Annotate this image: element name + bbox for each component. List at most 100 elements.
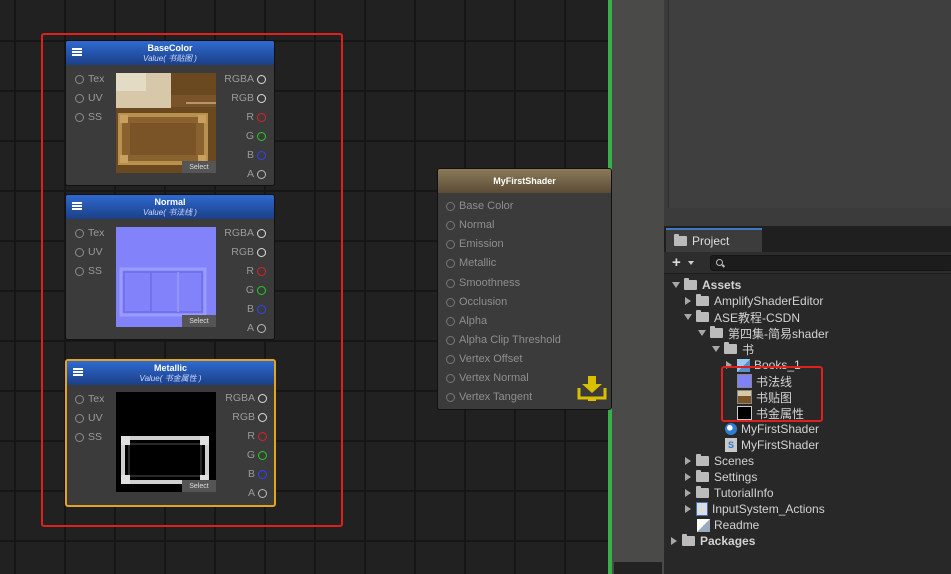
tree-item-packages[interactable]: Packages <box>671 533 755 549</box>
port-dot-icon[interactable] <box>257 285 266 295</box>
port-dot-icon[interactable] <box>257 304 266 314</box>
output-port-rgb[interactable]: RGB <box>231 92 266 104</box>
port-dot-icon[interactable] <box>257 74 266 84</box>
hamburger-menu-icon[interactable] <box>72 48 82 57</box>
port-dot-icon[interactable] <box>257 150 266 160</box>
tree-item-ase-csdn[interactable]: ASE教程-CSDN <box>684 309 800 325</box>
port-dot-icon[interactable] <box>75 74 84 84</box>
master-port-smoothness[interactable]: Smoothness <box>446 277 520 289</box>
tree-item-shader-file[interactable]: S MyFirstShader <box>725 437 819 453</box>
port-dot-icon[interactable] <box>257 323 266 333</box>
input-port-uv[interactable]: UV <box>75 412 103 424</box>
input-port-ss[interactable]: SS <box>75 265 102 277</box>
port-dot-icon[interactable] <box>446 258 455 268</box>
output-port-a[interactable]: A <box>247 168 266 180</box>
tree-item-scenes[interactable]: Scenes <box>685 453 754 469</box>
port-dot-icon[interactable] <box>446 373 455 383</box>
port-dot-icon[interactable] <box>446 354 455 364</box>
tree-item-settings[interactable]: Settings <box>685 469 757 485</box>
port-dot-icon[interactable] <box>75 413 84 423</box>
chevron-down-icon[interactable] <box>684 314 692 320</box>
output-port-b[interactable]: B <box>247 149 266 161</box>
node-metallic[interactable]: Metallic Value( 书金属性 ) Tex UV SS Select … <box>65 359 276 507</box>
chevron-right-icon[interactable] <box>685 473 691 481</box>
output-port-rgba[interactable]: RGBA <box>224 73 266 85</box>
node-header[interactable]: Normal Value( 书法线 ) <box>66 195 274 219</box>
chevron-right-icon[interactable] <box>685 457 691 465</box>
output-port-b[interactable]: B <box>247 303 266 315</box>
output-port-a[interactable]: A <box>247 322 266 334</box>
port-dot-icon[interactable] <box>258 450 267 460</box>
output-port-b[interactable]: B <box>248 468 267 480</box>
input-port-tex[interactable]: Tex <box>75 73 104 85</box>
port-dot-icon[interactable] <box>257 228 266 238</box>
chevron-down-icon[interactable] <box>712 346 720 352</box>
port-dot-icon[interactable] <box>446 278 455 288</box>
node-header[interactable]: BaseColor Value( 书贴图 ) <box>66 41 274 65</box>
port-dot-icon[interactable] <box>446 316 455 326</box>
master-port-vertex-offset[interactable]: Vertex Offset <box>446 353 522 365</box>
master-port-occlusion[interactable]: Occlusion <box>446 296 507 308</box>
port-dot-icon[interactable] <box>75 266 84 276</box>
output-port-rgba[interactable]: RGBA <box>225 392 267 404</box>
port-dot-icon[interactable] <box>446 201 455 211</box>
port-dot-icon[interactable] <box>75 432 84 442</box>
hamburger-menu-icon[interactable] <box>73 368 83 377</box>
port-dot-icon[interactable] <box>75 112 84 122</box>
output-port-g[interactable]: G <box>246 284 266 296</box>
port-dot-icon[interactable] <box>446 335 455 345</box>
chevron-down-icon[interactable] <box>698 330 706 336</box>
master-port-emission[interactable]: Emission <box>446 238 504 250</box>
master-port-vertex-normal[interactable]: Vertex Normal <box>446 372 529 384</box>
output-port-rgb[interactable]: RGB <box>231 246 266 258</box>
master-port-normal[interactable]: Normal <box>446 219 494 231</box>
output-port-rgba[interactable]: RGBA <box>224 227 266 239</box>
tree-item-assets[interactable]: Assets <box>672 277 741 293</box>
port-dot-icon[interactable] <box>446 220 455 230</box>
master-port-alpha[interactable]: Alpha <box>446 315 487 327</box>
port-dot-icon[interactable] <box>257 169 266 179</box>
node-header[interactable]: Metallic Value( 书金属性 ) <box>67 361 274 385</box>
input-port-ss[interactable]: SS <box>75 111 102 123</box>
port-dot-icon[interactable] <box>446 239 455 249</box>
tree-item-inputsystem-actions[interactable]: InputSystem_Actions <box>685 501 825 517</box>
output-port-g[interactable]: G <box>247 449 267 461</box>
port-dot-icon[interactable] <box>75 394 84 404</box>
tree-item-episode4[interactable]: 第四集-简易shader <box>698 325 829 341</box>
select-texture-button[interactable]: Select <box>182 315 216 327</box>
chevron-down-icon[interactable] <box>672 282 680 288</box>
output-port-r[interactable]: R <box>247 430 267 442</box>
port-dot-icon[interactable] <box>446 392 455 402</box>
input-port-uv[interactable]: UV <box>75 92 103 104</box>
port-dot-icon[interactable] <box>75 247 84 257</box>
master-port-base-color[interactable]: Base Color <box>446 200 513 212</box>
master-port-metallic[interactable]: Metallic <box>446 257 496 269</box>
tree-item-book-folder[interactable]: 书 <box>712 341 754 357</box>
search-input[interactable] <box>710 255 951 271</box>
save-download-icon[interactable] <box>577 374 607 402</box>
chevron-right-icon[interactable] <box>685 505 691 513</box>
port-dot-icon[interactable] <box>258 393 267 403</box>
create-add-button[interactable]: + <box>672 255 681 271</box>
output-port-r[interactable]: R <box>246 111 266 123</box>
port-dot-icon[interactable] <box>257 247 266 257</box>
master-port-vertex-tangent[interactable]: Vertex Tangent <box>446 391 532 403</box>
input-port-tex[interactable]: Tex <box>75 393 104 405</box>
node-normal[interactable]: Normal Value( 书法线 ) Tex UV SS Select RGB… <box>65 194 275 340</box>
port-dot-icon[interactable] <box>446 297 455 307</box>
output-port-g[interactable]: G <box>246 130 266 142</box>
chevron-down-icon[interactable] <box>688 261 694 265</box>
port-dot-icon[interactable] <box>257 131 266 141</box>
chevron-right-icon[interactable] <box>685 297 691 305</box>
tree-item-amplifyshadereditor[interactable]: AmplifyShaderEditor <box>685 293 823 309</box>
master-node-title[interactable]: MyFirstShader <box>438 169 611 193</box>
chevron-right-icon[interactable] <box>671 537 677 545</box>
input-port-ss[interactable]: SS <box>75 431 102 443</box>
tab-project[interactable]: Project <box>666 228 762 252</box>
port-dot-icon[interactable] <box>75 93 84 103</box>
hamburger-menu-icon[interactable] <box>72 202 82 211</box>
select-texture-button[interactable]: Select <box>182 161 216 173</box>
output-port-r[interactable]: R <box>246 265 266 277</box>
input-port-uv[interactable]: UV <box>75 246 103 258</box>
port-dot-icon[interactable] <box>75 228 84 238</box>
